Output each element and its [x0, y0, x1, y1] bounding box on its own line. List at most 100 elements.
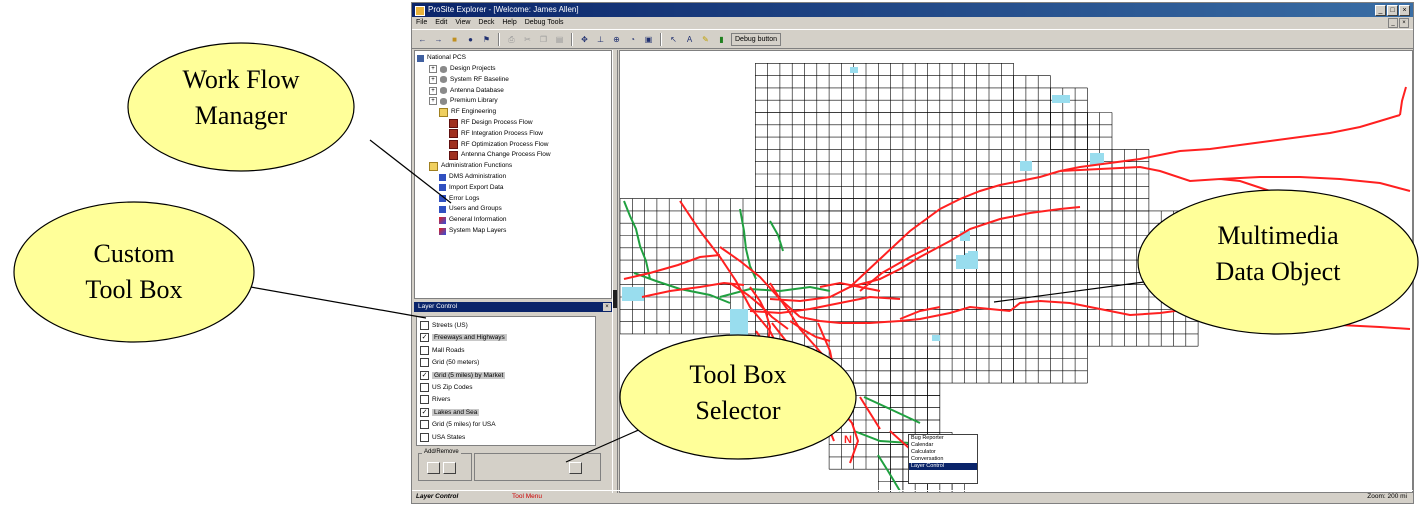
menu-debug-tools[interactable]: Debug Tools — [525, 17, 564, 29]
move-icon[interactable]: ✥ — [578, 33, 591, 46]
river-line — [877, 454, 901, 492]
page-icon — [439, 184, 446, 192]
tree-item[interactable]: + Antenna Database — [429, 86, 504, 96]
tree-item-label: Error Logs — [449, 194, 480, 202]
layer-checkbox[interactable]: ✓ — [420, 407, 429, 417]
layer-row[interactable]: Grid (50 meters) — [420, 357, 479, 368]
mdi-close-button[interactable]: × — [1399, 18, 1409, 28]
layer-checkbox[interactable] — [420, 383, 429, 392]
tree-item[interactable]: DMS Administration — [439, 172, 506, 182]
layer-row[interactable]: Rivers — [420, 394, 450, 405]
forward-icon[interactable]: → — [432, 33, 445, 46]
paste-icon[interactable]: ▤ — [553, 33, 566, 46]
tree-item-label: Administration Functions — [441, 162, 513, 170]
toolbox-go-button[interactable] — [569, 462, 582, 474]
tree-item[interactable]: RF Integration Process Flow — [449, 129, 543, 139]
tree-item[interactable]: RF Design Process Flow — [449, 118, 533, 128]
menu-deck[interactable]: Deck — [478, 17, 494, 29]
workflow-callout-line2: Manager — [194, 101, 288, 130]
tree-item[interactable]: Administration Functions — [429, 161, 512, 171]
dropdown-option[interactable]: Bug Reporter — [909, 435, 977, 442]
pan-icon[interactable]: ◔ — [626, 33, 639, 46]
debug-button[interactable]: Debug button — [731, 32, 782, 46]
document-icon — [449, 140, 458, 150]
fit-map-icon[interactable]: ▣ — [642, 33, 655, 46]
status-tab-layer-control[interactable]: Layer Control — [416, 491, 458, 503]
mdi-minimize-button[interactable]: _ — [1388, 18, 1398, 28]
custom-toolbox-callout-line2: Tool Box — [85, 275, 183, 304]
print-icon[interactable]: ⎙ — [505, 33, 518, 46]
tree-item-label: RF Engineering — [451, 108, 497, 116]
expand-icon[interactable]: + — [429, 65, 437, 73]
maximize-button[interactable]: □ — [1387, 5, 1398, 16]
dropdown-option[interactable]: Conversation — [909, 456, 977, 463]
tree-item[interactable]: RF Engineering — [439, 107, 496, 117]
dropdown-option[interactable]: Calendar — [909, 442, 977, 449]
menu-view[interactable]: View — [455, 17, 470, 29]
copy-icon[interactable]: ❐ — [537, 33, 550, 46]
expand-icon[interactable]: + — [429, 75, 437, 84]
add-layer-button[interactable] — [427, 462, 440, 474]
toolbox-selector-dropdown[interactable]: Bug Reporter Calendar Calculator Conversati… — [908, 434, 978, 484]
layer-checkbox[interactable] — [420, 358, 429, 368]
add-remove-group: Add/Remove — [418, 449, 472, 481]
layer-row[interactable]: US Zip Codes — [420, 382, 472, 393]
layer-control-close-button[interactable]: × — [603, 303, 611, 311]
remove-layer-button[interactable] — [443, 462, 456, 474]
tree-item[interactable]: Users and Groups — [439, 204, 502, 214]
layer-row[interactable]: Mall Roads — [420, 345, 465, 356]
globe-icon[interactable]: ● — [464, 33, 477, 46]
layer-row[interactable]: USA States — [420, 432, 465, 443]
layer-row[interactable]: ✓ Freeways and Highways — [420, 332, 507, 343]
layer-row[interactable]: Grid (5 miles) for USA — [420, 419, 496, 430]
layer-label: Grid (5 miles) for USA — [432, 421, 496, 429]
cut-icon[interactable]: ✂ — [521, 33, 534, 46]
close-button[interactable]: × — [1399, 5, 1410, 16]
tree-item[interactable]: Import Export Data — [439, 183, 504, 193]
layer-checkbox[interactable]: ✓ — [420, 333, 429, 343]
river-line — [769, 220, 784, 252]
tree-item[interactable]: System Map Layers — [439, 226, 506, 236]
expand-icon[interactable]: + — [429, 86, 437, 95]
tree-item[interactable]: + System RF Baseline — [429, 75, 509, 85]
minimize-button[interactable]: _ — [1375, 5, 1386, 16]
tree-item[interactable]: Antenna Change Process Flow — [449, 150, 551, 160]
layer-label: Lakes and Sea — [432, 408, 480, 416]
layer-checkbox[interactable] — [420, 432, 429, 442]
text-tool-icon[interactable]: A — [683, 33, 696, 46]
layer-checkbox[interactable] — [420, 321, 429, 330]
tree-item[interactable]: RF Optimization Process Flow — [449, 140, 548, 150]
menu-edit[interactable]: Edit — [435, 17, 447, 29]
pencil-icon[interactable]: ✎ — [699, 33, 712, 46]
layer-checkbox[interactable] — [420, 345, 429, 355]
tree-item[interactable]: + Premium Library — [429, 96, 498, 106]
layer-control-title: Layer Control × — [414, 302, 612, 312]
layer-row[interactable]: ✓ Grid (5 miles) by Market — [420, 370, 506, 381]
layer-row[interactable]: ✓ Lakes and Sea — [420, 407, 480, 418]
pin-icon[interactable]: ⊥ — [594, 33, 607, 46]
zoom-icon[interactable]: ⊕ — [610, 33, 623, 46]
layer-checkbox[interactable]: ✓ — [420, 370, 429, 380]
expand-icon[interactable]: + — [429, 97, 437, 106]
menu-help[interactable]: Help — [502, 17, 516, 29]
multimedia-callout-line1: Multimedia — [1217, 221, 1339, 250]
layer-row[interactable]: Streets (US) — [420, 320, 468, 331]
toolbox-selector-callout-line1: Tool Box — [689, 360, 787, 389]
dropdown-option[interactable]: Calculator — [909, 449, 977, 456]
layer-label: Mall Roads — [432, 346, 465, 354]
tree-item[interactable]: General Information — [439, 215, 506, 225]
layer-checkbox[interactable] — [420, 395, 429, 405]
tree-root[interactable]: National PCS — [417, 53, 466, 63]
back-icon[interactable]: ← — [416, 33, 429, 46]
status-tool-menu[interactable]: Tool Menu — [512, 491, 542, 503]
dropdown-option[interactable]: Layer Control — [909, 463, 977, 470]
flag-icon[interactable]: ⚑ — [480, 33, 493, 46]
pointer-icon[interactable]: ↖ — [667, 33, 680, 46]
menu-file[interactable]: File — [416, 17, 427, 29]
tree-item[interactable]: Error Logs — [439, 194, 479, 204]
paint-icon[interactable]: ▮ — [715, 33, 728, 46]
river-line — [623, 200, 651, 280]
tree-item[interactable]: + Design Projects — [429, 64, 496, 74]
open-folder-icon[interactable]: ■ — [448, 33, 461, 46]
layer-checkbox[interactable] — [420, 420, 429, 430]
